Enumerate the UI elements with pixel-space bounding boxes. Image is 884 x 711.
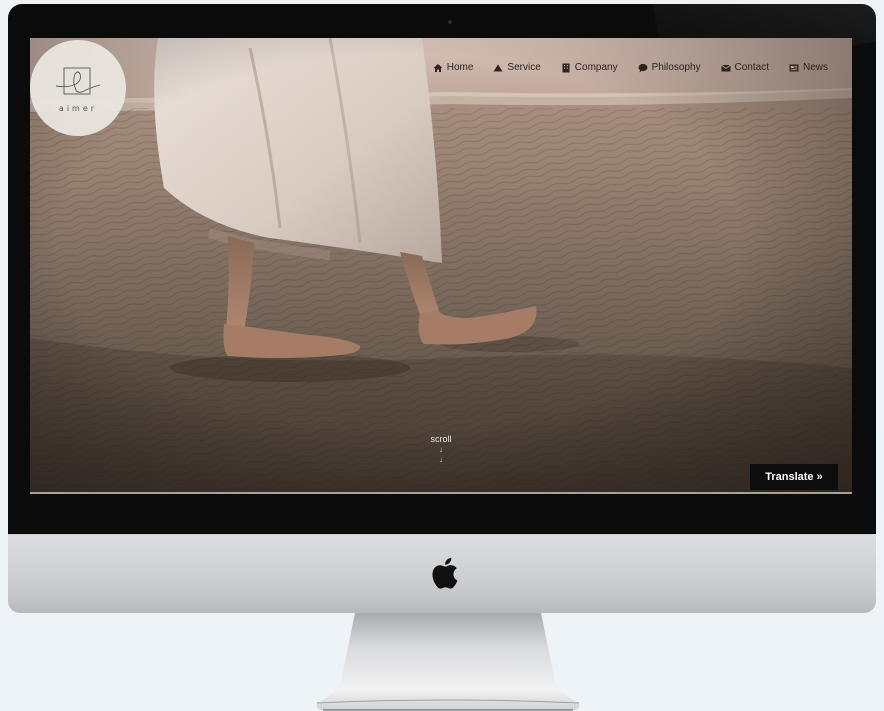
- nav-contact[interactable]: Contact: [720, 62, 769, 73]
- home-icon: [433, 63, 443, 72]
- nav-contact-label: Contact: [734, 62, 769, 73]
- nav-philosophy-label: Philosophy: [651, 62, 701, 73]
- brand-logo[interactable]: aimer: [30, 40, 126, 136]
- brand-name: aimer: [58, 104, 98, 113]
- nav-news-label: News: [802, 62, 828, 73]
- scroll-arrow-icon: ↓: [439, 455, 443, 464]
- translate-button[interactable]: Translate »: [750, 464, 838, 490]
- nav-company-label: Company: [574, 62, 618, 73]
- triangle-icon: [493, 64, 503, 71]
- building-icon: [562, 63, 570, 72]
- nav-news[interactable]: News: [789, 62, 828, 73]
- website-screen: aimer Home Service Company Philosophy Co…: [30, 38, 852, 492]
- hero-beach-photo: [30, 38, 852, 492]
- nav-home[interactable]: Home: [433, 62, 474, 73]
- scroll-label: scroll: [430, 434, 452, 444]
- nav-service-label: Service: [507, 62, 541, 73]
- speech-bubble-icon: [638, 63, 648, 72]
- nav-service[interactable]: Service: [493, 62, 541, 73]
- nav-philosophy[interactable]: Philosophy: [638, 62, 701, 73]
- nav-home-label: Home: [446, 62, 474, 73]
- apple-logo-icon: [432, 557, 458, 589]
- signature-logo-icon: [55, 67, 101, 95]
- camera-icon: [448, 20, 452, 24]
- scroll-indicator[interactable]: scroll ↓ ↓: [426, 434, 456, 465]
- screen-edge: [30, 492, 852, 494]
- newspaper-icon: [789, 64, 799, 71]
- envelope-icon: [720, 64, 731, 71]
- monitor-stand: [316, 613, 580, 711]
- scroll-arrow-icon: ↓: [439, 445, 443, 454]
- nav-company[interactable]: Company: [561, 62, 618, 73]
- main-navigation: Home Service Company Philosophy Contact …: [433, 62, 828, 73]
